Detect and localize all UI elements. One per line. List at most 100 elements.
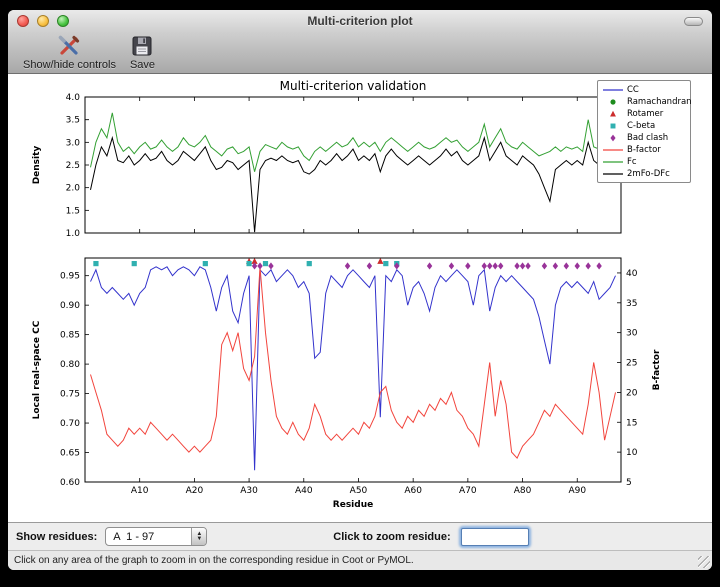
plot-text: 40	[626, 269, 638, 279]
plot-text: A10	[131, 486, 149, 496]
toolbar: Show/hide controls Save	[8, 32, 712, 74]
axes-frame	[85, 258, 621, 482]
legend-label: B-factor	[627, 145, 661, 155]
series-B-factor	[91, 267, 616, 458]
plot-text: 15	[626, 418, 637, 428]
marker-c-beta	[132, 261, 137, 266]
legend-marker-sample	[602, 109, 624, 119]
residue-range-select[interactable]: A 1 - 97 ▲▼	[105, 527, 207, 546]
legend-entry-rotamer: Rotamer	[602, 108, 686, 120]
plot-legend: CCRamachandranRotamerC-betaBad clashB-fa…	[597, 80, 691, 183]
plot-text: A40	[295, 486, 313, 496]
series-2mFo-DFc	[91, 138, 616, 232]
plot-text: 0.60	[60, 478, 80, 488]
plot-text: 2.0	[66, 184, 81, 194]
plot-text: 2.5	[66, 161, 80, 171]
legend-marker-sample	[602, 121, 624, 131]
marker-c-beta	[203, 261, 208, 266]
plot-text: A70	[459, 486, 477, 496]
plot-text: 35	[626, 299, 637, 309]
plot-text: 3.0	[66, 138, 81, 148]
marker-bad-clash	[520, 262, 525, 269]
marker-bad-clash	[596, 262, 601, 269]
status-text: Click on any area of the graph to zoom i…	[14, 555, 414, 566]
toolbar-item-label: Show/hide controls	[23, 59, 116, 71]
show-hide-controls-button[interactable]: Show/hide controls	[16, 32, 123, 73]
series-CC	[91, 267, 616, 470]
legend-line-sample	[602, 85, 624, 95]
marker-bad-clash	[367, 262, 372, 269]
multi-criterion-plot-window: Multi-criterion plot Show/hide controls	[8, 10, 712, 570]
plot-text: A30	[240, 486, 258, 496]
legend-line-sample	[602, 169, 624, 179]
legend-line-sample	[602, 157, 624, 167]
marker-bad-clash	[564, 262, 569, 269]
legend-line-sample	[602, 145, 624, 155]
axes-frame	[85, 97, 621, 233]
plot-text: A90	[568, 486, 586, 496]
resize-grip[interactable]	[698, 556, 710, 568]
legend-entry-2mfo-dfc: 2mFo-DFc	[602, 168, 686, 180]
plot-text: 10	[626, 448, 638, 458]
zoom-residue-label: Click to zoom residue:	[333, 531, 450, 543]
plot-text: Residue	[333, 500, 373, 510]
plot-text: 0.80	[60, 360, 80, 370]
marker-c-beta	[246, 261, 251, 266]
plot-text: 0.65	[60, 449, 80, 459]
legend-label: 2mFo-DFc	[627, 169, 670, 179]
plot-text: 0.95	[60, 272, 80, 282]
marker-bad-clash	[514, 262, 519, 269]
marker-bad-clash	[585, 262, 590, 269]
marker-c-beta	[383, 261, 388, 266]
marker-bad-clash	[487, 262, 492, 269]
marker-bad-clash	[575, 262, 580, 269]
marker-bad-clash	[427, 262, 432, 269]
stepper-arrows-icon[interactable]: ▲▼	[191, 528, 206, 545]
marker-c-beta	[93, 261, 98, 266]
legend-entry-b-factor: B-factor	[602, 144, 686, 156]
plot-text: 1.0	[66, 229, 81, 239]
toolbar-item-label: Save	[130, 59, 155, 71]
plot-text: A50	[350, 486, 368, 496]
plot-text: 4.0	[66, 93, 81, 103]
marker-bad-clash	[553, 262, 558, 269]
save-icon	[130, 34, 154, 58]
legend-entry-cc: CC	[602, 84, 686, 96]
plot-text: A20	[186, 486, 204, 496]
plot-text: Multi-criterion validation	[280, 79, 427, 93]
status-bar: Click on any area of the graph to zoom i…	[8, 550, 712, 570]
toolbar-toggle-button[interactable]	[684, 17, 703, 26]
plot-text: A80	[514, 486, 532, 496]
marker-bad-clash	[449, 262, 454, 269]
marker-rotamer	[377, 258, 383, 264]
marker-c-beta	[307, 261, 312, 266]
legend-label: CC	[627, 85, 639, 95]
marker-bad-clash	[268, 262, 273, 269]
plot-text: 1.5	[66, 206, 80, 216]
plot-text: Density	[32, 146, 42, 185]
window-title: Multi-criterion plot	[8, 14, 712, 28]
legend-label: C-beta	[627, 121, 655, 131]
marker-bad-clash	[493, 262, 498, 269]
marker-c-beta	[263, 261, 268, 266]
marker-bad-clash	[525, 262, 530, 269]
plot-text: 3.5	[66, 116, 80, 126]
tools-icon	[57, 34, 81, 58]
plot-text: 0.75	[60, 390, 80, 400]
zoom-residue-input[interactable]	[461, 528, 529, 546]
marker-bad-clash	[542, 262, 547, 269]
plot-text: 30	[626, 329, 638, 339]
title-bar[interactable]: Multi-criterion plot	[8, 10, 712, 32]
legend-marker-sample	[602, 97, 624, 107]
residue-range-value: A 1 - 97	[106, 528, 191, 545]
marker-bad-clash	[257, 262, 262, 269]
legend-entry-c-beta: C-beta	[602, 120, 686, 132]
show-residues-label: Show residues:	[16, 531, 97, 543]
save-button[interactable]: Save	[123, 32, 162, 73]
legend-entry-ramachandran: Ramachandran	[602, 96, 686, 108]
legend-label: Rotamer	[627, 109, 663, 119]
plot-text: Local real-space CC	[32, 320, 42, 419]
plot-text: 0.90	[60, 301, 80, 311]
figure-area: 1.01.52.02.53.03.54.00.600.650.700.750.8…	[8, 74, 712, 522]
plot-text: 5	[626, 478, 632, 488]
